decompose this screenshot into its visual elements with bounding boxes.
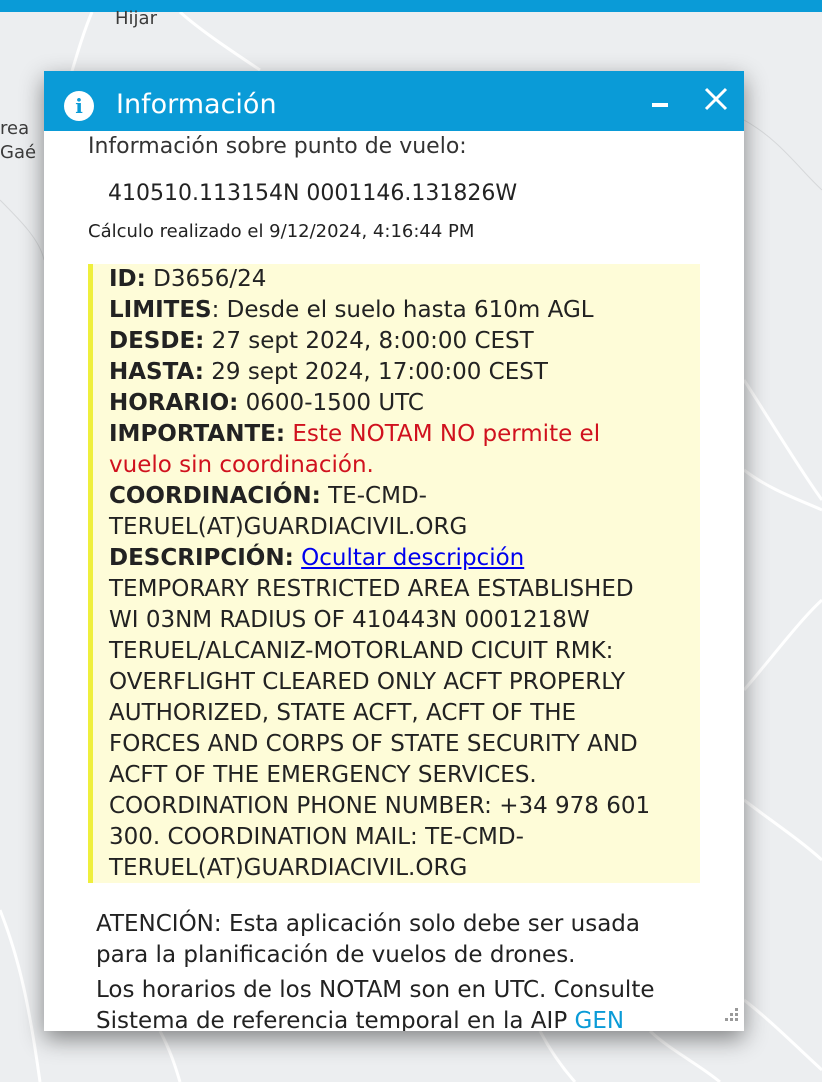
close-button[interactable] <box>699 83 733 117</box>
notam-id-label: ID: <box>109 266 146 292</box>
dialog-body[interactable]: Información sobre punto de vuelo: 410510… <box>44 131 744 1031</box>
notam-card: ID: D3656/24 LIMITES: Desde el suelo has… <box>88 264 700 883</box>
description-line: TERUEL(AT)GUARDIACIVIL.ORG <box>109 855 468 881</box>
flight-point-heading: Información sobre punto de vuelo: <box>88 134 467 159</box>
description-line: TERUEL/ALCANIZ-MOTORLAND CICUIT RMK: <box>109 638 614 664</box>
minimize-button[interactable] <box>644 85 674 121</box>
notam-desde-label: DESDE: <box>109 328 205 354</box>
notam-horario-label: HORARIO: <box>109 390 239 416</box>
notam-descripcion-label: DESCRIPCIÓN: <box>109 545 294 571</box>
notam-coordinacion-label: COORDINACIÓN: <box>109 483 321 509</box>
notam-hasta-row: HASTA: 29 sept 2024, 17:00:00 CEST <box>109 357 700 388</box>
notam-importante-label: IMPORTANTE: <box>109 421 286 447</box>
notam-descripcion-row: DESCRIPCIÓN: Ocultar descripción <box>109 543 700 574</box>
notam-coordinacion-row: COORDINACIÓN: TE-CMD- <box>109 481 700 512</box>
flight-point-coordinates: 410510.113154N 0001146.131826W <box>108 181 518 206</box>
description-line: TEMPORARY RESTRICTED AREA ESTABLISHED <box>109 576 634 602</box>
dialog-title: Información <box>116 89 277 120</box>
notam-id-value: D3656/24 <box>145 266 267 292</box>
notam-coordinacion-value-2: TERUEL(AT)GUARDIACIVIL.ORG <box>109 514 468 540</box>
notam-hasta-value: 29 sept 2024, 17:00:00 CEST <box>203 359 548 385</box>
notam-limites-value: : Desde el suelo hasta 610m AGL <box>211 297 594 323</box>
disclaimer-line: ATENCIÓN: Esta aplicación solo debe ser … <box>96 911 640 937</box>
notam-hasta-label: HASTA: <box>109 359 204 385</box>
description-line: OVERFLIGHT CLEARED ONLY ACFT PROPERLY <box>109 669 626 695</box>
description-line: ACFT OF THE EMERGENCY SERVICES. <box>109 762 537 788</box>
close-icon <box>704 87 728 111</box>
hide-description-link[interactable]: Ocultar descripción <box>301 545 524 571</box>
notam-importante-warning-1: Este NOTAM NO permite el <box>285 421 601 447</box>
notam-limites-label: LIMITES <box>109 297 212 323</box>
map-label-area: rea <box>0 118 30 139</box>
notam-id-row: ID: D3656/24 <box>109 264 700 295</box>
notam-desde-row: DESDE: 27 sept 2024, 8:00:00 CEST <box>109 326 700 357</box>
utc-note-line: Los horarios de los NOTAM son en UTC. Co… <box>96 977 655 1003</box>
map-label-hijar: Hijar <box>115 8 157 29</box>
description-line: 300. COORDINATION MAIL: TE-CMD- <box>109 824 524 850</box>
dialog-header[interactable]: i Información <box>44 71 744 131</box>
description-line: FORCES AND CORPS OF STATE SECURITY AND <box>109 731 638 757</box>
notam-horario-value: 0600-1500 UTC <box>238 390 424 416</box>
minimize-icon <box>652 103 668 107</box>
notam-importante-row: IMPORTANTE: Este NOTAM NO permite el <box>109 419 700 450</box>
calculation-timestamp: Cálculo realizado el 9/12/2024, 4:16:44 … <box>88 221 475 242</box>
disclaimer: ATENCIÓN: Esta aplicación solo debe ser … <box>96 909 716 1031</box>
info-icon: i <box>64 91 94 121</box>
utc-note-line-2: Sistema de referencia temporal en la AIP… <box>96 1006 716 1031</box>
gen-link[interactable]: GEN <box>575 1008 625 1031</box>
description-line: WI 03NM RADIUS OF 410443N 0001218W <box>109 607 590 633</box>
map-label-gae: Gaé <box>0 142 37 163</box>
resize-grip-icon[interactable] <box>720 1005 740 1025</box>
notam-horario-row: HORARIO: 0600-1500 UTC <box>109 388 700 419</box>
notam-importante-warning-2: vuelo sin coordinación. <box>109 452 374 478</box>
notam-limites-row: LIMITES: Desde el suelo hasta 610m AGL <box>109 295 700 326</box>
disclaimer-line: para la planificación de vuelos de drone… <box>96 942 576 968</box>
notam-desde-value: 27 sept 2024, 8:00:00 CEST <box>204 328 534 354</box>
utc-note-text: Sistema de referencia temporal en la AIP <box>96 1008 575 1031</box>
notam-coordinacion-value-1: TE-CMD- <box>320 483 427 509</box>
info-dialog: i Información Información sobre punto de… <box>44 71 744 1031</box>
description-line: AUTHORIZED, STATE ACFT, ACFT OF THE <box>109 700 577 726</box>
description-line: COORDINATION PHONE NUMBER: +34 978 601 <box>109 793 651 819</box>
